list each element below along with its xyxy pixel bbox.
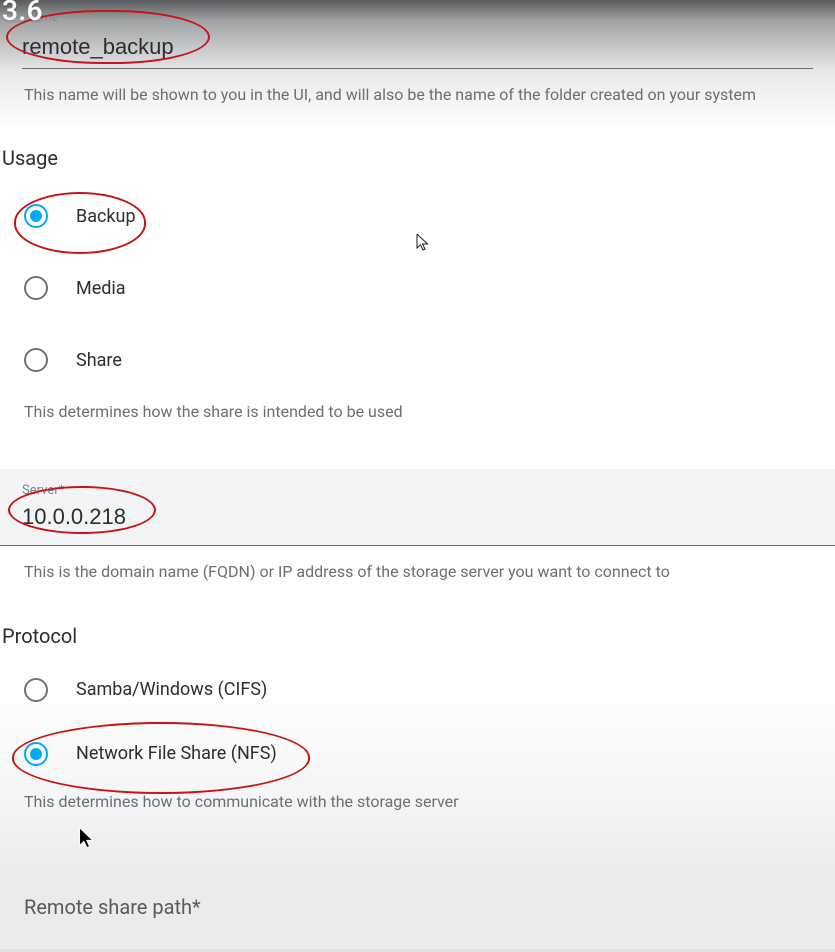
name-help-text: This name will be shown to you in the UI… [0,69,835,110]
usage-radio-label: Share [76,350,122,371]
name-label: Name* [24,10,64,25]
divider [0,545,835,546]
usage-section-title: Usage [0,110,835,180]
usage-radio-media[interactable]: Media [24,252,835,324]
radio-icon [24,348,48,372]
protocol-radio-nfs[interactable]: Network File Share (NFS) [24,722,835,786]
name-input[interactable] [22,10,813,68]
usage-radio-label: Media [76,278,126,299]
mouse-cursor-icon [78,828,96,850]
remote-share-path-field[interactable]: Remote share path* [0,865,835,949]
server-input[interactable] [22,498,813,546]
protocol-radio-cifs[interactable]: Samba/Windows (CIFS) [24,658,835,722]
server-label: Server* [22,483,813,498]
protocol-section-title: Protocol [0,588,835,658]
protocol-radio-group: Samba/Windows (CIFS) Network File Share … [0,658,835,786]
usage-help-text: This determines how the share is intende… [0,396,835,427]
remote-share-path-label: Remote share path* [24,895,201,919]
radio-icon [24,276,48,300]
radio-icon [24,204,48,228]
radio-icon [24,678,48,702]
protocol-radio-label: Samba/Windows (CIFS) [76,679,267,700]
usage-radio-group: Backup Media Share [0,180,835,396]
usage-radio-backup[interactable]: Backup [24,180,835,252]
server-help-text: This is the domain name (FQDN) or IP add… [0,546,835,587]
protocol-radio-label: Network File Share (NFS) [76,743,277,764]
usage-radio-share[interactable]: Share [24,324,835,396]
protocol-help-text: This determines how to communicate with … [0,786,835,817]
server-field-block: Server* [0,469,835,546]
usage-radio-label: Backup [76,206,136,227]
radio-icon [24,742,48,766]
divider [22,68,813,69]
name-field-block: Name* [0,0,835,69]
